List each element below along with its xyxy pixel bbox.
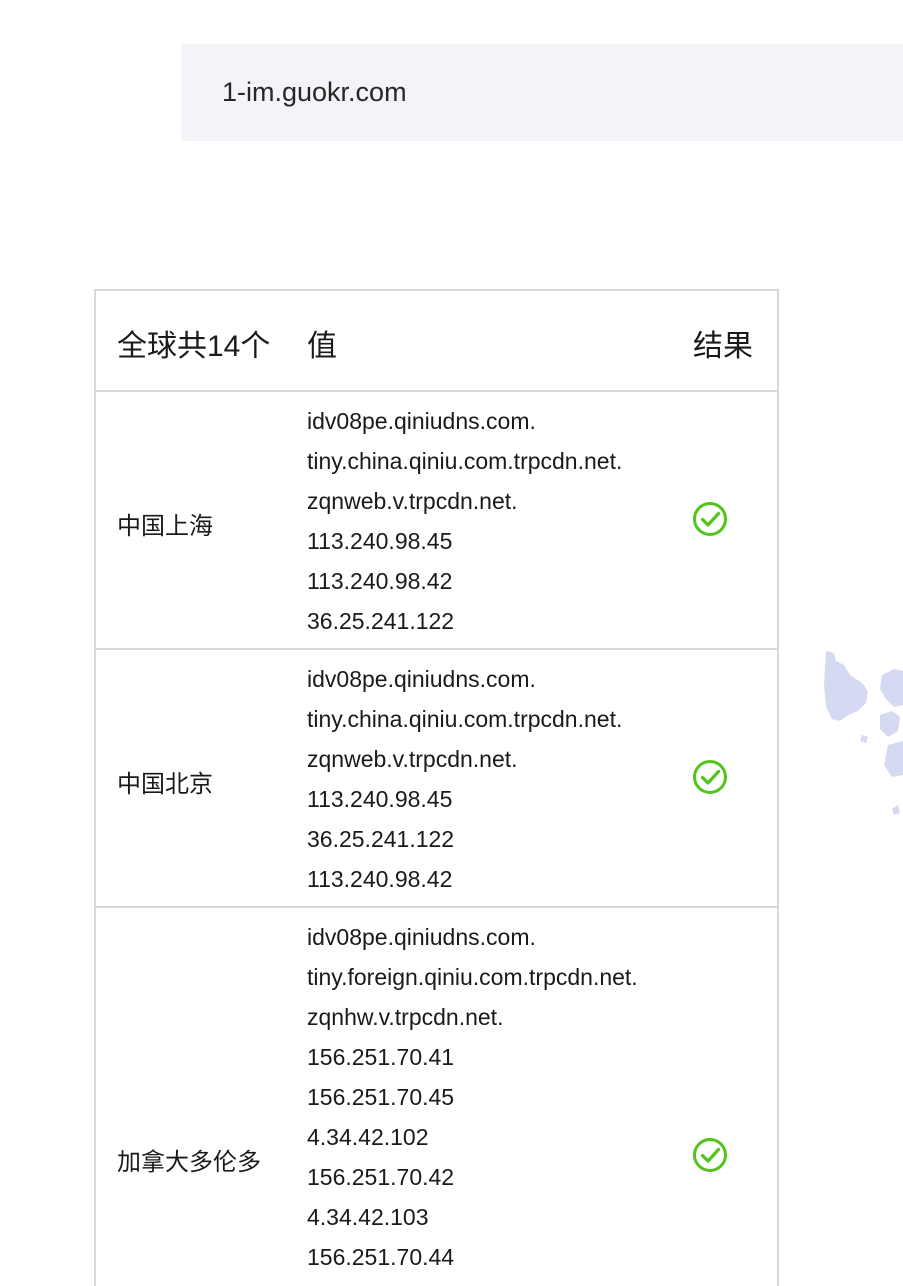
table-row: 中国北京 idv08pe.qiniudns.com. tiny.china.qi…: [96, 650, 777, 908]
dns-result-table: 全球共14个 值 结果 中国上海 idv08pe.qiniudns.com. t…: [94, 289, 779, 1286]
value-line: 4.34.42.102: [307, 1124, 429, 1150]
value-line: idv08pe.qiniudns.com.: [307, 408, 536, 434]
header-value: 值: [307, 330, 337, 363]
value-line: 156.251.70.41: [307, 1044, 455, 1070]
value-line: 156.251.70.44: [307, 1244, 455, 1270]
table-row: 中国上海 idv08pe.qiniudns.com. tiny.china.qi…: [96, 392, 777, 650]
value-line: zqnweb.v.trpcdn.net.: [307, 746, 518, 772]
domain-display: 1-im.guokr.com: [181, 44, 903, 141]
value-line: idv08pe.qiniudns.com.: [307, 924, 536, 950]
header-location: 全球共14个: [117, 330, 271, 363]
row-location: 中国北京: [117, 771, 213, 798]
domain-text: 1-im.guokr.com: [222, 77, 407, 107]
value-line: 36.25.241.122: [307, 826, 455, 852]
value-line: 113.240.98.42: [307, 866, 453, 892]
value-line: 113.240.98.45: [307, 786, 453, 812]
check-circle-icon: [693, 1138, 727, 1172]
value-line: tiny.china.qiniu.com.trpcdn.net.: [307, 448, 623, 474]
value-line: zqnweb.v.trpcdn.net.: [307, 488, 518, 514]
world-map-decoration: [822, 645, 903, 825]
row-values: idv08pe.qiniudns.com. tiny.china.qiniu.c…: [307, 406, 622, 646]
value-line: 156.251.70.42: [307, 1164, 455, 1190]
value-line: idv08pe.qiniudns.com.: [307, 666, 536, 692]
header-result: 结果: [693, 330, 753, 363]
check-circle-icon: [693, 502, 727, 536]
value-line: zqnhw.v.trpcdn.net.: [307, 1004, 504, 1030]
value-line: 113.240.98.45: [307, 528, 453, 554]
value-line: 36.25.241.122: [307, 608, 455, 634]
row-location: 中国上海: [117, 513, 213, 540]
value-line: 4.34.42.103: [307, 1204, 429, 1230]
value-line: tiny.china.qiniu.com.trpcdn.net.: [307, 706, 623, 732]
value-line: tiny.foreign.qiniu.com.trpcdn.net.: [307, 964, 638, 990]
row-location: 加拿大多伦多: [117, 1149, 261, 1176]
value-line: 156.251.70.45: [307, 1084, 455, 1110]
table-header: 全球共14个 值 结果: [96, 291, 777, 392]
table-row: 加拿大多伦多 idv08pe.qiniudns.com. tiny.foreig…: [96, 908, 777, 1286]
row-values: idv08pe.qiniudns.com. tiny.china.qiniu.c…: [307, 664, 622, 904]
check-circle-icon: [693, 760, 727, 794]
value-line: 113.240.98.42: [307, 568, 453, 594]
row-values: idv08pe.qiniudns.com. tiny.foreign.qiniu…: [307, 922, 638, 1282]
